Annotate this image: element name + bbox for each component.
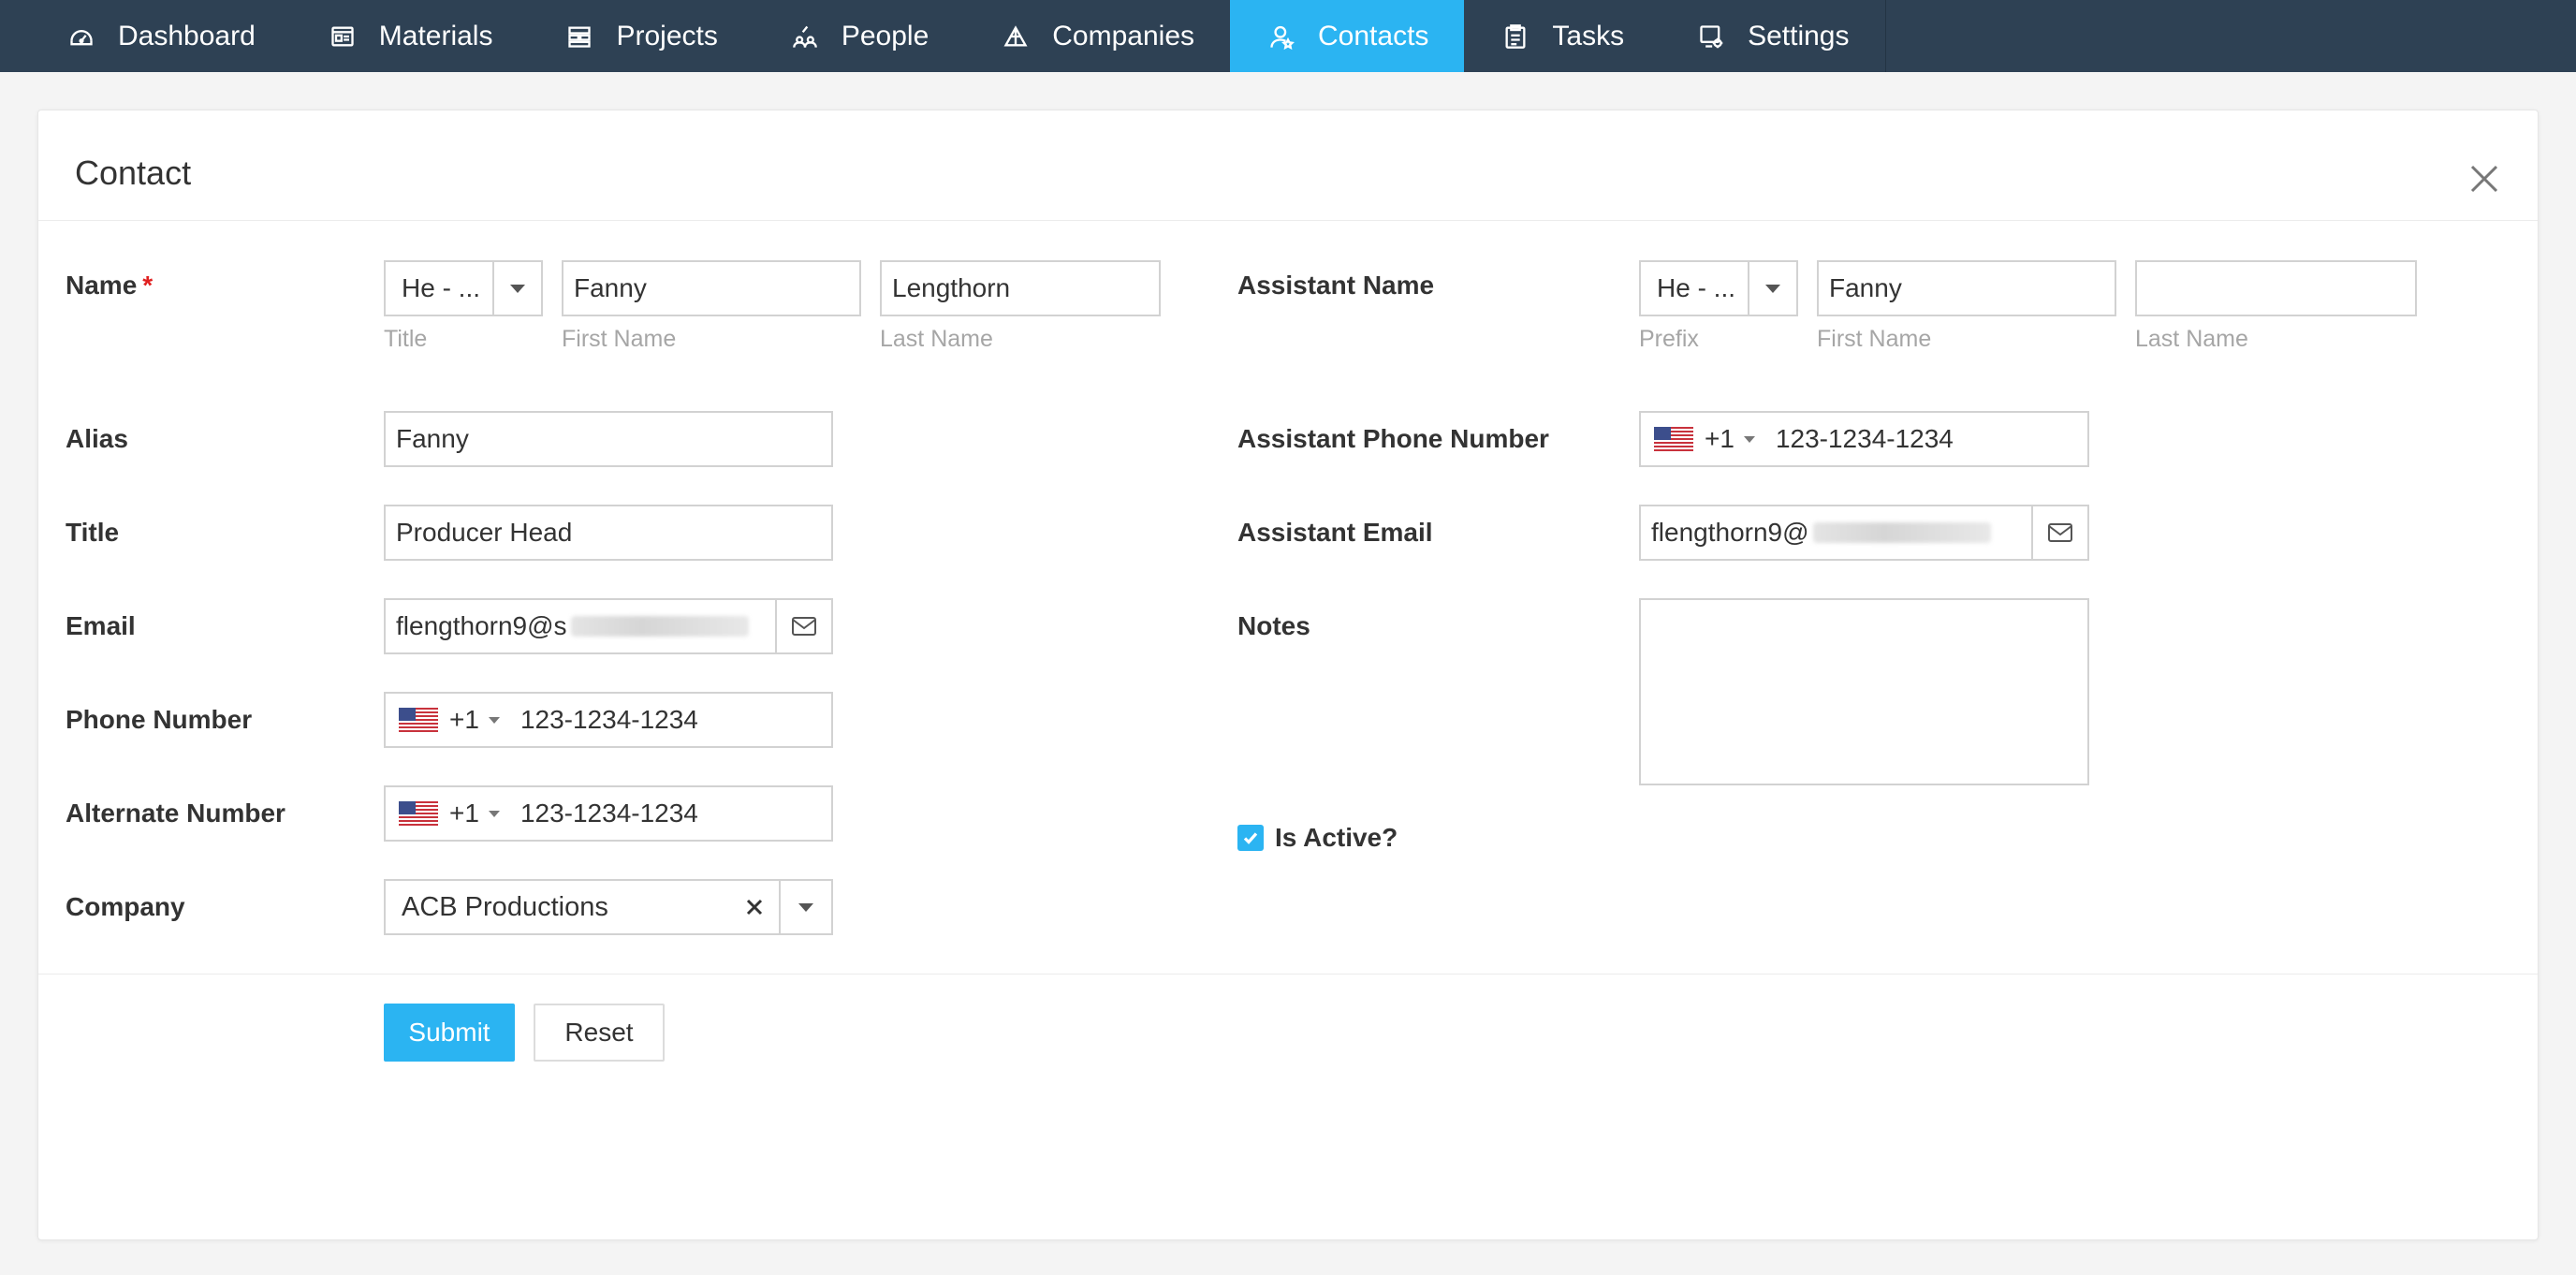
name-label: Name * (66, 271, 154, 300)
assistant-prefix-select[interactable]: He - ... (1639, 260, 1798, 316)
chevron-down-icon (492, 262, 541, 315)
dial-code[interactable]: +1 (449, 799, 479, 828)
assistant-prefix-sublabel: Prefix (1639, 326, 1699, 352)
notes-label: Notes (1237, 611, 1310, 640)
assistant-prefix-value: He - ... (1657, 273, 1736, 302)
nav-label: Contacts (1318, 20, 1429, 51)
materials-icon (329, 22, 357, 51)
assistant-phone-field: +1 (1639, 411, 2089, 467)
envelope-icon (2048, 523, 2072, 542)
card-header: Contact (38, 110, 2538, 221)
contact-card: Contact Name* He - ... Title First Name … (37, 110, 2539, 1240)
nav-item-dashboard[interactable]: Dashboard (0, 0, 291, 72)
card-title: Contact (75, 154, 192, 192)
close-icon (2470, 165, 2498, 193)
people-icon (791, 22, 819, 51)
alternate-number-label: Alternate Number (66, 799, 285, 828)
alternate-number-field: +1 (384, 785, 833, 842)
nav-label: Settings (1748, 20, 1850, 51)
assistant-email-value: flengthorn9@ (1641, 518, 2031, 548)
last-name-input[interactable] (880, 260, 1161, 316)
alias-input[interactable] (384, 411, 833, 467)
assistant-email-field[interactable]: flengthorn9@ (1639, 505, 2089, 561)
assistant-first-name-input[interactable] (1817, 260, 2116, 316)
us-flag-icon[interactable] (399, 801, 438, 826)
assistant-name-label: Assistant Name (1237, 271, 1435, 300)
redacted-blur (570, 616, 749, 637)
nav-item-contacts[interactable]: Contacts (1230, 0, 1465, 72)
name-title-value: He - ... (402, 273, 481, 302)
close-button[interactable] (2468, 163, 2500, 195)
email-value: flengthorn9@s (386, 611, 775, 641)
envelope-icon (792, 617, 816, 636)
name-title-select[interactable]: He - ... (384, 260, 543, 316)
is-active-label: Is Active? (1275, 823, 1398, 852)
alternate-number-input[interactable] (520, 799, 745, 828)
assistant-last-name-sublabel: Last Name (2135, 326, 2248, 352)
nav-item-companies[interactable]: Companies (964, 0, 1230, 72)
alias-label: Alias (66, 424, 128, 453)
projects-icon (565, 22, 593, 51)
send-assistant-email-button[interactable] (2031, 506, 2087, 559)
companies-icon (1002, 22, 1030, 51)
form-divider (38, 974, 2538, 975)
dashboard-icon (67, 22, 95, 51)
chevron-down-icon[interactable] (488, 716, 500, 724)
company-select[interactable]: ACB Productions (384, 879, 833, 935)
company-value: ACB Productions (402, 891, 608, 922)
redacted-blur (1812, 522, 1991, 543)
email-label: Email (66, 611, 136, 640)
us-flag-icon[interactable] (399, 708, 438, 732)
send-email-button[interactable] (775, 600, 831, 652)
phone-field: +1 (384, 692, 833, 748)
nav-divider (1884, 0, 1886, 72)
contacts-icon (1267, 22, 1295, 51)
phone-label: Phone Number (66, 705, 253, 734)
nav-item-settings[interactable]: Settings (1660, 0, 1884, 72)
assistant-phone-input[interactable] (1775, 424, 2000, 454)
chevron-down-icon[interactable] (1743, 435, 1755, 443)
chevron-down-icon[interactable] (488, 810, 500, 817)
is-active-checkbox[interactable]: Is Active? (1237, 823, 1398, 853)
notes-textarea[interactable] (1639, 598, 2089, 785)
nav-label: Companies (1052, 20, 1195, 51)
nav-label: Tasks (1552, 20, 1625, 51)
reset-button[interactable]: Reset (534, 1004, 665, 1062)
clear-company-button[interactable] (738, 899, 771, 916)
nav-label: Projects (616, 20, 718, 51)
title-input[interactable] (384, 505, 833, 561)
top-navbar: Dashboard Materials Projects People Comp… (0, 0, 2576, 72)
nav-item-tasks[interactable]: Tasks (1464, 0, 1660, 72)
chevron-down-icon[interactable] (779, 881, 831, 933)
first-name-input[interactable] (562, 260, 861, 316)
chevron-down-icon (1748, 262, 1796, 315)
nav-item-projects[interactable]: Projects (528, 0, 753, 72)
settings-icon (1697, 22, 1725, 51)
email-field[interactable]: flengthorn9@s (384, 598, 833, 654)
nav-label: Materials (378, 20, 493, 51)
assistant-phone-label: Assistant Phone Number (1237, 424, 1549, 453)
required-mark: * (142, 271, 154, 300)
assistant-first-name-sublabel: First Name (1817, 326, 1932, 352)
checkmark-icon (1243, 832, 1258, 844)
us-flag-icon[interactable] (1654, 427, 1693, 451)
company-label: Company (66, 892, 185, 921)
assistant-email-label: Assistant Email (1237, 518, 1433, 547)
dial-code[interactable]: +1 (1705, 424, 1734, 454)
checkbox-checked[interactable] (1237, 825, 1264, 851)
nav-item-materials[interactable]: Materials (291, 0, 529, 72)
assistant-last-name-input[interactable] (2135, 260, 2417, 316)
first-name-sublabel: First Name (562, 326, 677, 352)
name-title-sublabel: Title (384, 326, 428, 352)
submit-button[interactable]: Submit (384, 1004, 515, 1062)
tasks-icon (1501, 22, 1530, 51)
phone-input[interactable] (520, 705, 745, 735)
title-label: Title (66, 518, 120, 547)
nav-item-people[interactable]: People (754, 0, 964, 72)
dial-code[interactable]: +1 (449, 705, 479, 735)
clear-icon (746, 899, 763, 916)
nav-label: People (841, 20, 929, 51)
nav-label: Dashboard (118, 20, 256, 51)
last-name-sublabel: Last Name (880, 326, 993, 352)
